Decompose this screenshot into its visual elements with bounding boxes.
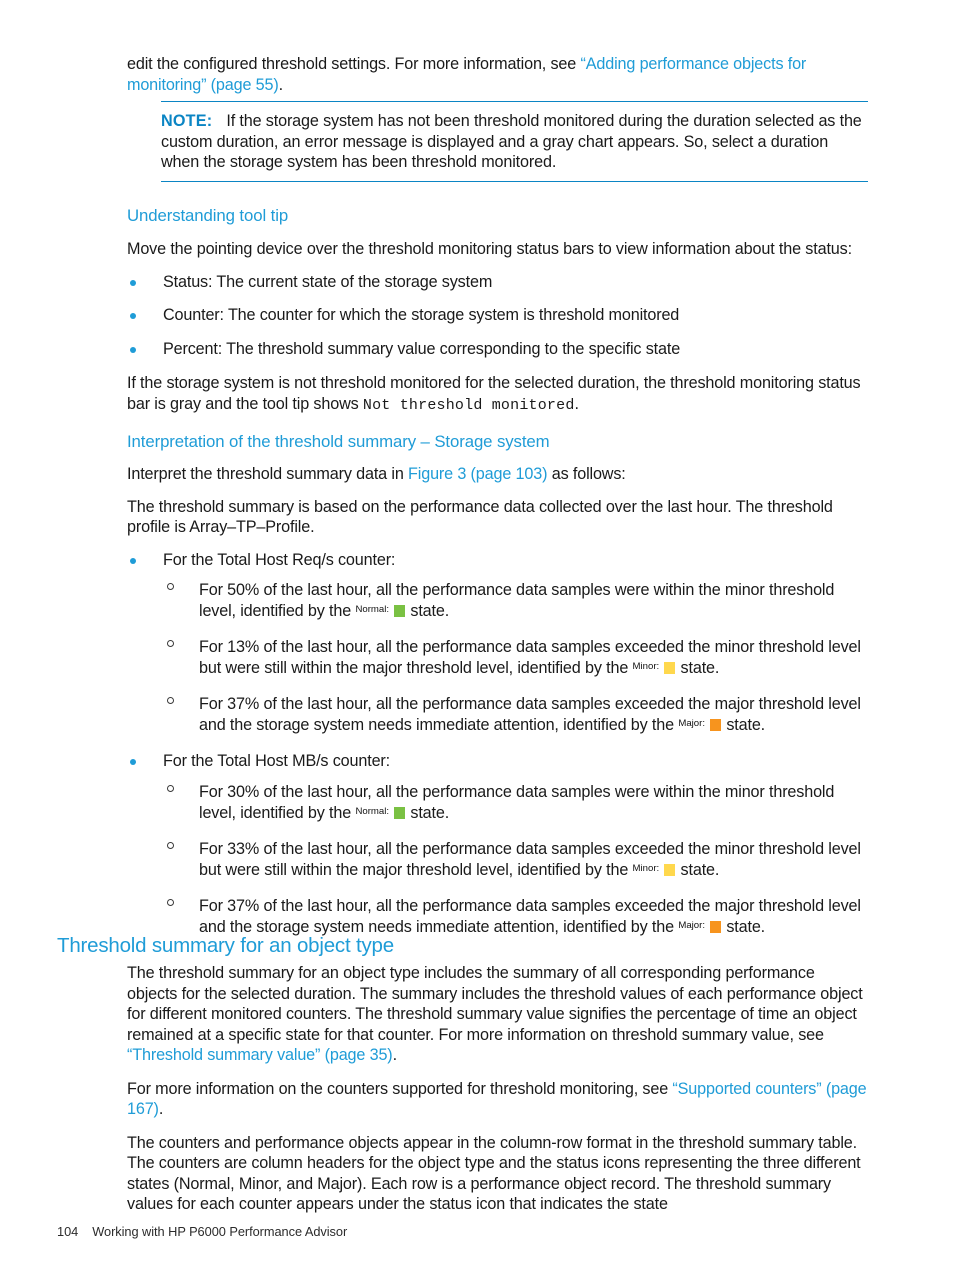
list-item-label: Counter: The counter for which the stora… bbox=[163, 306, 680, 324]
bullet-dot-icon bbox=[130, 313, 136, 319]
object-type-p2-before: For more information on the counters sup… bbox=[127, 1079, 673, 1098]
bullet-dot-icon bbox=[130, 279, 136, 286]
state-label: Major: bbox=[678, 919, 705, 931]
status-badge-minor: Minor: bbox=[633, 860, 677, 883]
threshold-basis-paragraph: The threshold summary is based on the pe… bbox=[127, 497, 833, 537]
detail-text-after: state. bbox=[721, 716, 766, 734]
detail-text-after: state. bbox=[676, 860, 720, 879]
object-type-section: The threshold summary for an object type… bbox=[127, 963, 869, 1227]
state-label: Minor: bbox=[632, 862, 660, 874]
detail-text-before: For 33% of the last hour, all the perfor… bbox=[199, 839, 861, 879]
minor-state-swatch-icon bbox=[664, 662, 676, 674]
list-item: For 33% of the last hour, all the perfor… bbox=[163, 839, 869, 883]
not-monitored-paragraph: If the storage system is not threshold m… bbox=[127, 373, 869, 416]
interpretation-intro-before: Interpret the threshold summary data in bbox=[127, 465, 409, 483]
hollow-bullet-icon bbox=[167, 898, 174, 906]
detail-text-before: For 13% of the last hour, all the perfor… bbox=[199, 638, 861, 677]
major-state-swatch-icon bbox=[709, 719, 721, 731]
note-label: NOTE: bbox=[161, 112, 213, 130]
page-footer: 104 Working with HP P6000 Performance Adv… bbox=[57, 1224, 347, 1239]
not-monitored-text-after: . bbox=[574, 394, 580, 413]
detail-text-before: For 50% of the last hour, all the perfor… bbox=[199, 581, 835, 620]
figure-3-link[interactable]: Figure 3 (page 103) bbox=[408, 465, 547, 483]
footer-page-number: 104 bbox=[57, 1224, 79, 1239]
document-page: edit the configured threshold settings. … bbox=[0, 0, 954, 1271]
minor-state-swatch-icon bbox=[664, 863, 676, 876]
footer-title: Working with HP P6000 Performance Adviso… bbox=[92, 1224, 348, 1239]
object-type-paragraph-1: The threshold summary for an object type… bbox=[127, 963, 869, 1066]
threshold-summary-value-link[interactable]: “Threshold summary value” (page 35) bbox=[127, 1046, 393, 1064]
interpretation-intro-after: as follows: bbox=[547, 465, 626, 483]
interpretation-heading: Interpretation of the threshold summary … bbox=[127, 432, 550, 451]
detail-text-after: state. bbox=[406, 803, 450, 822]
list-item: For 50% of the last hour, all the perfor… bbox=[163, 580, 869, 624]
interpretation-intro: Interpret the threshold summary data in … bbox=[127, 464, 869, 485]
object-type-paragraph-3: The counters and performance objects app… bbox=[127, 1133, 861, 1214]
list-item: For 30% of the last hour, all the perfor… bbox=[163, 782, 869, 826]
bullet-dot-icon bbox=[130, 346, 136, 353]
object-type-paragraph-2: For more information on the counters sup… bbox=[127, 1079, 869, 1120]
state-label: Normal: bbox=[355, 805, 390, 817]
bullet-dot-icon bbox=[130, 557, 136, 564]
detail-text-after: state. bbox=[676, 659, 720, 677]
state-label: Major: bbox=[678, 718, 705, 729]
understanding-tool-tip-heading: Understanding tool tip bbox=[127, 206, 289, 225]
intro-text-before: edit the configured threshold settings. … bbox=[127, 55, 581, 73]
normal-state-swatch-icon bbox=[394, 605, 406, 617]
note-text: If the storage system has not been thres… bbox=[161, 112, 862, 171]
bullet-dot-icon bbox=[130, 759, 136, 765]
counters-list: For the Total Host Req/s counter: For 50… bbox=[127, 550, 869, 940]
list-item: Counter: The counter for which the stora… bbox=[127, 305, 869, 326]
interpretation-section: Interpretation of the threshold summary … bbox=[127, 431, 869, 949]
state-label: Minor: bbox=[632, 661, 660, 672]
understanding-tool-tip-section: Understanding tool tip Move the pointing… bbox=[127, 205, 869, 428]
list-item-label: Status: The current state of the storage… bbox=[163, 272, 493, 291]
detail-text-after: state. bbox=[406, 602, 450, 620]
major-state-swatch-icon bbox=[709, 920, 721, 933]
list-item-label: Percent: The threshold summary value cor… bbox=[163, 339, 681, 358]
hollow-bullet-icon bbox=[167, 640, 174, 647]
intro-text-after: . bbox=[278, 75, 284, 94]
status-badge-major: Major: bbox=[678, 715, 722, 738]
state-label: Normal: bbox=[355, 604, 390, 615]
detail-text-after: state. bbox=[721, 917, 766, 936]
object-type-p1-after: . bbox=[392, 1046, 398, 1064]
status-badge-normal: Normal: bbox=[355, 803, 406, 826]
tool-tip-intro: Move the pointing device over the thresh… bbox=[127, 240, 852, 258]
list-item: Status: The current state of the storage… bbox=[127, 272, 869, 293]
object-type-p1-before: The threshold summary for an object type… bbox=[127, 964, 863, 1044]
counter-detail-list: For 50% of the last hour, all the perfor… bbox=[163, 580, 869, 738]
object-type-p2-after: . bbox=[158, 1100, 164, 1118]
hollow-bullet-icon bbox=[167, 583, 174, 590]
status-badge-normal: Normal: bbox=[355, 601, 406, 624]
note-admonition: NOTE: If the storage system has not been … bbox=[161, 101, 868, 182]
hollow-bullet-icon bbox=[167, 841, 174, 849]
tooltip-code-text: Not threshold monitored bbox=[362, 396, 575, 414]
hollow-bullet-icon bbox=[167, 784, 174, 792]
list-item: For 13% of the last hour, all the perfor… bbox=[163, 637, 869, 681]
intro-paragraph-block: edit the configured threshold settings. … bbox=[127, 54, 869, 107]
note-paragraph: NOTE: If the storage system has not been … bbox=[161, 111, 868, 173]
object-type-section-heading: Threshold summary for an object type bbox=[57, 934, 394, 957]
list-item: Percent: The threshold summary value cor… bbox=[127, 339, 869, 360]
list-item: For 37% of the last hour, all the perfor… bbox=[163, 694, 869, 738]
normal-state-swatch-icon bbox=[394, 806, 406, 819]
counter-label: For the Total Host Req/s counter: bbox=[163, 550, 396, 569]
counter-detail-list: For 30% of the last hour, all the perfor… bbox=[163, 782, 869, 940]
list-item: For the Total Host Req/s counter: For 50… bbox=[127, 550, 869, 739]
detail-text-before: For 30% of the last hour, all the perfor… bbox=[199, 782, 835, 822]
status-badge-minor: Minor: bbox=[633, 658, 677, 681]
hollow-bullet-icon bbox=[167, 697, 174, 704]
intro-paragraph: edit the configured threshold settings. … bbox=[127, 54, 869, 95]
list-item: For the Total Host MB/s counter: For 30%… bbox=[127, 751, 869, 940]
status-badge-major: Major: bbox=[678, 917, 722, 940]
counter-label: For the Total Host MB/s counter: bbox=[163, 752, 391, 770]
tool-tip-bullet-list: Status: The current state of the storage… bbox=[127, 272, 869, 360]
